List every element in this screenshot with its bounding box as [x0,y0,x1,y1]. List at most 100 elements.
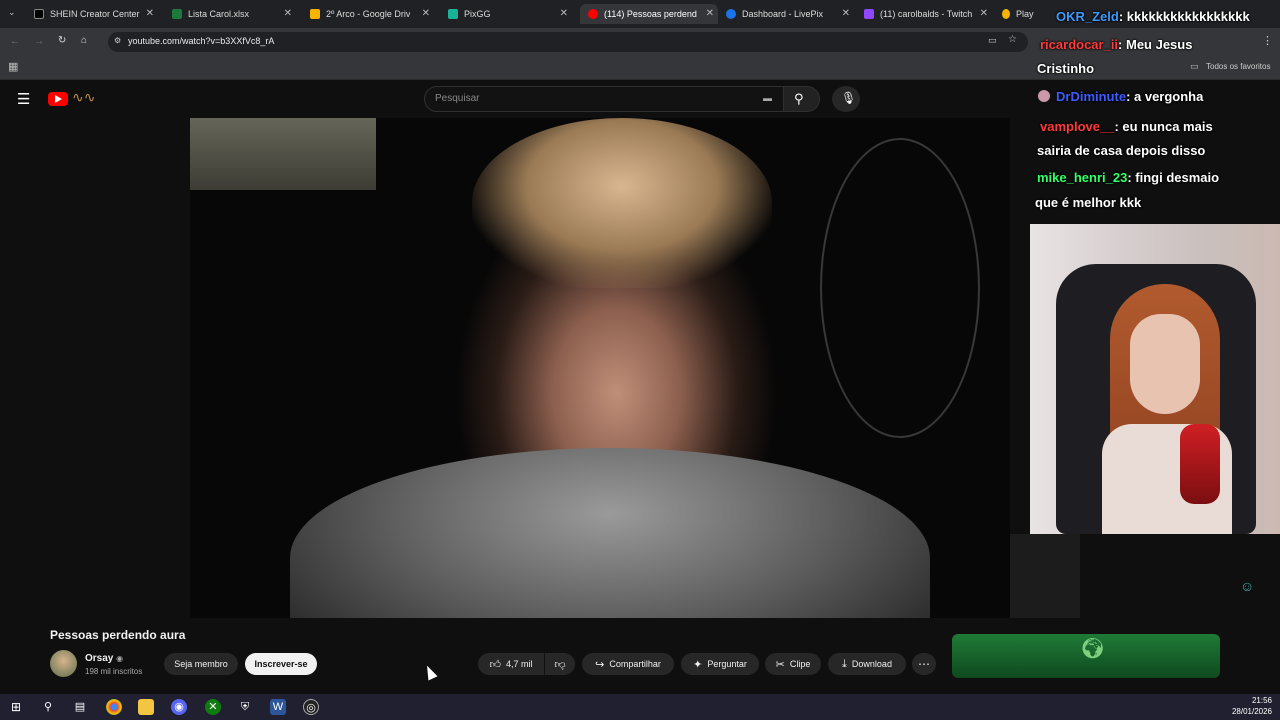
search-icon: ⚲ [794,91,804,106]
thumbs-up-icon: 👍︎ [489,658,501,671]
tab-drive[interactable]: 2º Arco - Google Driv ✕ [302,4,434,24]
ask-label: Perguntar [707,659,747,669]
chat-message: vamplove__: eu nunca mais [1040,116,1213,138]
chrome-icon[interactable] [106,699,122,715]
close-icon[interactable]: ✕ [560,8,568,19]
video-player[interactable] [190,118,1010,618]
tab-shein[interactable]: SHEIN Creator Center ✕ [26,4,158,24]
chat-message: OKR_Zeld: kkkkkkkkkkkkkkkkk [1056,6,1250,28]
microphone-icon: 🎙 [841,91,857,105]
bookmark-star-icon[interactable]: ☆ [1008,34,1017,45]
twitch-icon [864,9,874,19]
join-label: Seja membro [174,659,228,669]
tab-label: 2º Arco - Google Driv [326,9,411,19]
chat-username: vamplove__ [1040,119,1115,134]
search-input[interactable]: Pesquisar ▬ [424,86,784,112]
chat-text: : a vergonha [1126,89,1204,104]
clip-label: Clipe [789,659,811,669]
taskbar-search-icon[interactable]: ⚲ [40,699,56,715]
video-person-hair [472,118,772,288]
side-panel-preview [1010,534,1080,618]
file-explorer-icon[interactable] [138,699,154,715]
tab-play[interactable]: Play | [994,4,1034,24]
download-icon: ⤓ [842,657,847,670]
streamer-face [1130,314,1200,414]
share-button[interactable]: ↪ Compartilhar [582,653,674,675]
like-button[interactable]: 👍︎ 4,7 mil [478,653,544,675]
address-bar[interactable]: ⚙ youtube.com/watch?v=b3XXfVc8_rA ▭ ☆ [108,32,1028,52]
close-icon[interactable]: ✕ [422,8,430,19]
shein-icon [34,9,44,19]
hamburger-menu-icon[interactable]: ☰ [17,90,30,108]
livepix-icon [726,9,736,19]
security-shield-icon[interactable]: ⛨ [237,699,253,715]
clip-button[interactable]: ✂ Clipe [765,653,821,675]
word-icon[interactable]: W [270,699,286,715]
reload-icon[interactable]: ↻ [58,35,66,46]
download-button[interactable]: ⤓ Download [828,653,906,675]
windows-start-icon[interactable]: ⊞ [8,699,24,715]
tab-sheet[interactable]: Lista Carol.xlsx ✕ [164,4,296,24]
close-icon[interactable]: ✕ [980,8,988,19]
tab-label: SHEIN Creator Center [50,9,140,19]
obs-icon[interactable]: ◎ [303,699,319,715]
channel-avatar[interactable] [50,650,77,677]
tab-twitch[interactable]: (11) carolbalds - Twitch ✕ [856,4,992,24]
scissors-icon: ✂ [775,658,785,671]
ring-light [820,138,980,438]
tab-livepix[interactable]: Dashboard - LivePix ✕ [718,4,854,24]
more-actions-button[interactable]: ⋯ [912,653,936,675]
ad-banner[interactable]: 🌍︎ [952,634,1220,678]
back-icon[interactable]: ← [10,36,20,47]
sparkle-icon: ✦ [693,658,703,671]
download-label: Download [851,659,892,669]
subscribe-button[interactable]: Inscrever-se [245,653,317,675]
tab-list-chevron-icon[interactable]: ⌄ [8,7,16,18]
system-clock[interactable]: 21:56 28/01/2026 [1232,695,1272,717]
drive-icon [310,9,320,19]
apps-grid-icon[interactable]: ▦ [8,60,18,73]
sheets-icon [172,9,182,19]
chat-message: Cristinho [1037,58,1094,80]
close-icon[interactable]: ✕ [842,8,850,19]
close-icon[interactable]: ✕ [284,8,292,19]
site-info-icon[interactable]: ⚙ [114,36,121,45]
cast-icon[interactable]: ▭ [988,35,997,46]
chat-message: mike_henri_23: fingi desmaio [1037,167,1219,189]
home-icon[interactable]: ⌂ [81,35,87,46]
forward-icon[interactable]: → [34,36,44,47]
chat-text: : kkkkkkkkkkkkkkkkk [1118,9,1250,24]
tab-label: Lista Carol.xlsx [188,9,250,19]
pixgg-icon [448,9,458,19]
search-button[interactable]: ⚲ [784,86,820,112]
tab-pixgg[interactable]: PixGG ✕ [440,4,572,24]
video-title: Pessoas perdendo aura [50,628,186,642]
ask-button[interactable]: ✦ Perguntar [681,653,759,675]
tab-youtube[interactable]: (114) Pessoas perdend ✕ [580,4,718,24]
dislike-button[interactable]: 👎︎ [545,653,575,675]
chat-message: que é melhor kkk [1035,192,1141,214]
tab-label: (11) carolbalds - Twitch [880,9,973,19]
discord-icon[interactable]: ◉ [171,699,187,715]
close-icon[interactable]: ✕ [146,8,154,19]
voice-search-button[interactable]: 🎙 [832,86,860,112]
windows-taskbar [0,694,1280,720]
chat-message: DrDiminute: a vergonha [1038,86,1203,108]
verified-icon: ◉ [116,654,124,663]
chat-message: sairia de casa depois disso [1037,140,1205,162]
doodle-logo-icon: ∿∿ [72,89,96,105]
chat-username: mike_henri_23 [1037,170,1128,185]
chat-text: Cristinho [1037,61,1095,76]
stream-chat-overlay: OKR_Zeld: kkkkkkkkkkkkkkkkk ricardocar_i… [1030,0,1280,224]
keyboard-icon[interactable]: ▬ [763,93,772,103]
chat-text: que é melhor kkk [1035,195,1142,210]
xbox-icon[interactable]: ✕ [205,699,221,715]
channel-name[interactable]: Orsay ◉ [85,653,123,664]
world-map-icon: 🌍︎ [1080,638,1106,660]
thumbs-down-icon: 👎︎ [554,658,566,671]
task-view-icon[interactable]: ▤ [72,699,88,715]
join-button[interactable]: Seja membro [164,653,238,675]
youtube-logo[interactable] [48,92,68,106]
close-icon[interactable]: ✕ [706,8,714,19]
chat-username: DrDiminute [1056,89,1127,104]
